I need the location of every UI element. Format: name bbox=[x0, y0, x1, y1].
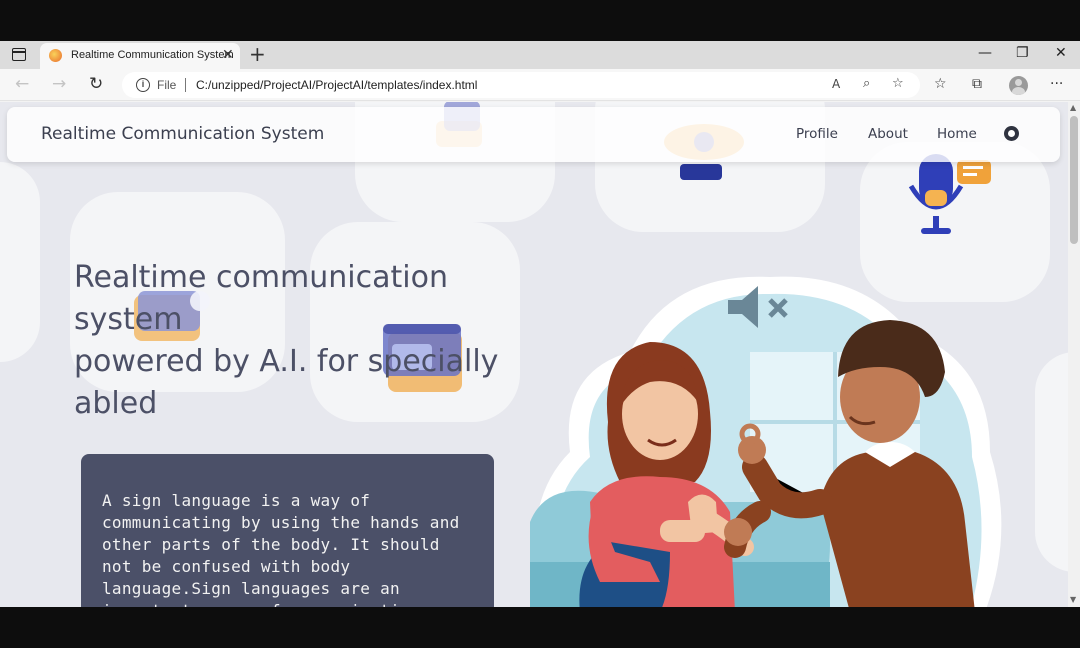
sign-language-info-card: A sign language is a way of communicatin… bbox=[81, 454, 494, 607]
reload-icon[interactable]: ↻ bbox=[89, 74, 103, 94]
scroll-up-icon[interactable]: ▲ bbox=[1070, 103, 1076, 112]
tab-title: Realtime Communication System bbox=[71, 49, 234, 61]
vertical-scrollbar[interactable]: ▲ ▼ bbox=[1068, 102, 1080, 607]
letterbox-top bbox=[0, 0, 1080, 41]
address-bar[interactable]: i File C:/unzipped/ProjectAI/ProjectAI/t… bbox=[122, 72, 920, 98]
minimize-icon[interactable]: — bbox=[978, 45, 992, 61]
more-icon[interactable]: ··· bbox=[1050, 76, 1063, 92]
address-url[interactable]: C:/unzipped/ProjectAI/ProjectAI/template… bbox=[196, 78, 477, 92]
tab-strip: Realtime Communication System ✕ + — ❐ ✕ bbox=[0, 41, 1080, 69]
collections-icon[interactable]: ⧉ bbox=[972, 76, 982, 92]
read-aloud-icon[interactable]: A bbox=[832, 77, 840, 91]
favicon-icon bbox=[49, 49, 62, 62]
address-scheme-label: File bbox=[157, 78, 177, 92]
address-toolbar: ← → ↻ i File C:/unzipped/ProjectAI/Proje… bbox=[0, 69, 1080, 101]
restore-icon[interactable]: ❐ bbox=[1016, 45, 1029, 61]
address-separator bbox=[185, 78, 186, 92]
favorite-add-icon[interactable]: ☆ bbox=[892, 76, 904, 91]
scroll-down-icon[interactable]: ▼ bbox=[1070, 595, 1076, 604]
close-window-icon[interactable]: ✕ bbox=[1055, 45, 1067, 61]
hero-heading-line-2: powered by A.I. for specially abled bbox=[74, 344, 499, 421]
profile-avatar[interactable] bbox=[1009, 76, 1028, 95]
browser-window: Realtime Communication System ✕ + — ❐ ✕ … bbox=[0, 41, 1080, 607]
nav-profile-link[interactable]: Profile bbox=[796, 126, 838, 142]
bg-tile bbox=[0, 162, 40, 362]
favorites-icon[interactable]: ☆ bbox=[934, 76, 947, 92]
site-navbar: Realtime Communication System Profile Ab… bbox=[7, 107, 1060, 162]
info-card-text: A sign language is a way of communicatin… bbox=[102, 491, 460, 607]
zoom-icon[interactable]: ⌕ bbox=[863, 76, 870, 91]
hero-heading: Realtime communication system powered by… bbox=[74, 257, 514, 425]
scroll-thumb[interactable] bbox=[1070, 116, 1078, 244]
close-tab-icon[interactable]: ✕ bbox=[222, 47, 234, 63]
nav-home-link[interactable]: Home bbox=[937, 126, 977, 142]
back-icon[interactable]: ← bbox=[15, 74, 29, 94]
info-icon[interactable]: i bbox=[136, 78, 150, 92]
letterbox-bottom bbox=[0, 607, 1080, 648]
tab-actions-icon[interactable] bbox=[12, 48, 26, 61]
page-viewport: Realtime Communication System Profile Ab… bbox=[0, 102, 1068, 607]
browser-tab[interactable]: Realtime Communication System ✕ bbox=[40, 43, 240, 69]
nav-about-link[interactable]: About bbox=[868, 126, 908, 142]
new-tab-button[interactable]: + bbox=[249, 42, 266, 66]
github-icon[interactable] bbox=[1004, 126, 1019, 141]
sign-language-illustration bbox=[530, 276, 1002, 607]
site-brand[interactable]: Realtime Communication System bbox=[41, 124, 324, 144]
forward-icon[interactable]: → bbox=[52, 74, 66, 94]
hero-heading-line-1: Realtime communication system bbox=[74, 260, 448, 337]
